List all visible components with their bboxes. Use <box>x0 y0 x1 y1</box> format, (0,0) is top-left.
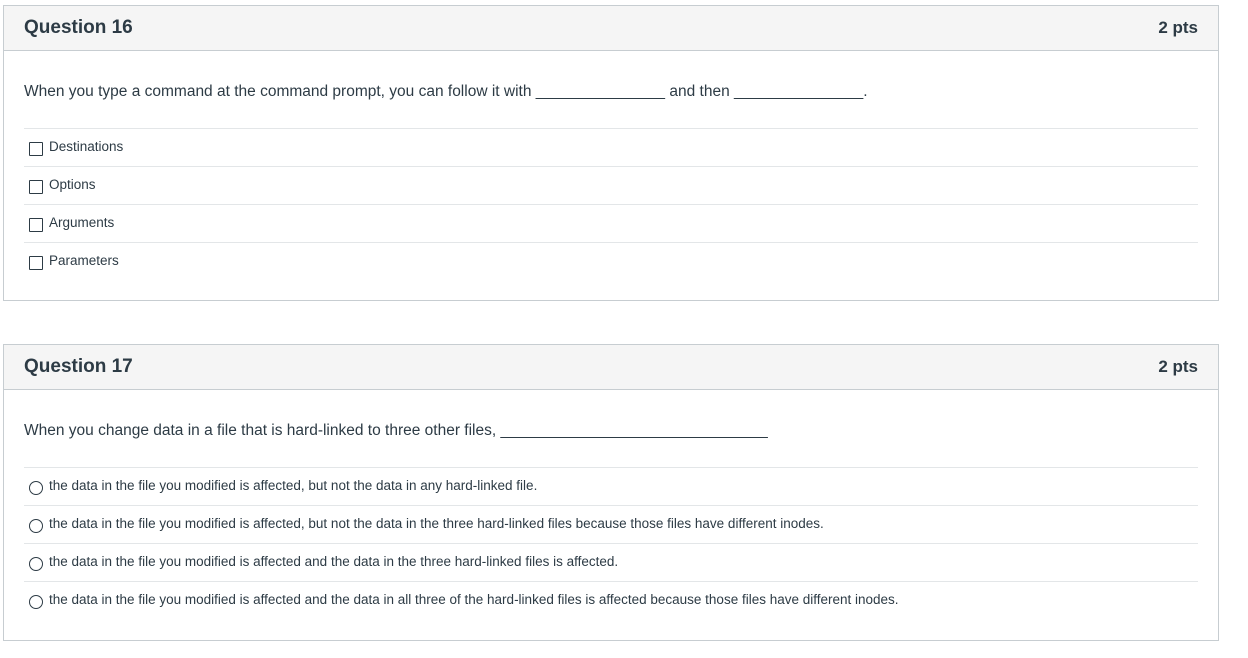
answer-option[interactable]: the data in the file you modified is aff… <box>24 467 1198 505</box>
checkbox[interactable] <box>29 256 43 270</box>
radio-button[interactable] <box>29 595 43 609</box>
checkbox[interactable] <box>29 180 43 194</box>
question-title: Question 17 <box>24 356 133 377</box>
answer-option[interactable]: the data in the file you modified is aff… <box>24 505 1198 543</box>
answer-label: the data in the file you modified is aff… <box>49 554 619 569</box>
question-points: 2 pts <box>1158 18 1198 37</box>
answer-option[interactable]: Options <box>24 166 1198 204</box>
checkbox[interactable] <box>29 142 43 156</box>
question-16: Question 16 2 pts When you type a comman… <box>3 5 1219 301</box>
question-title: Question 16 <box>24 17 133 38</box>
answer-label: the data in the file you modified is aff… <box>49 516 824 531</box>
radio-button[interactable] <box>29 557 43 571</box>
answer-option[interactable]: Destinations <box>24 128 1198 166</box>
radio-button[interactable] <box>29 519 43 533</box>
checkbox[interactable] <box>29 218 43 232</box>
question-header: Question 17 2 pts <box>4 345 1218 390</box>
answer-label: the data in the file you modified is aff… <box>49 478 538 493</box>
question-points: 2 pts <box>1158 357 1198 376</box>
question-prompt: When you type a command at the command p… <box>24 83 868 100</box>
question-header: Question 16 2 pts <box>4 6 1218 51</box>
answer-option[interactable]: Arguments <box>24 204 1198 242</box>
radio-button[interactable] <box>29 481 43 495</box>
answer-label: Destinations <box>49 139 124 154</box>
answer-list: the data in the file you modified is aff… <box>24 467 1198 619</box>
answer-label: the data in the file you modified is aff… <box>49 592 899 607</box>
answer-option[interactable]: Parameters <box>24 242 1198 280</box>
answer-label: Arguments <box>49 215 115 230</box>
answer-option[interactable]: the data in the file you modified is aff… <box>24 581 1198 619</box>
question-prompt: When you change data in a file that is h… <box>24 422 768 439</box>
answer-label: Parameters <box>49 253 119 268</box>
answer-label: Options <box>49 177 96 192</box>
answer-list: Destinations Options Arguments Parameter… <box>24 128 1198 280</box>
answer-option[interactable]: the data in the file you modified is aff… <box>24 543 1198 581</box>
question-17: Question 17 2 pts When you change data i… <box>3 344 1219 641</box>
